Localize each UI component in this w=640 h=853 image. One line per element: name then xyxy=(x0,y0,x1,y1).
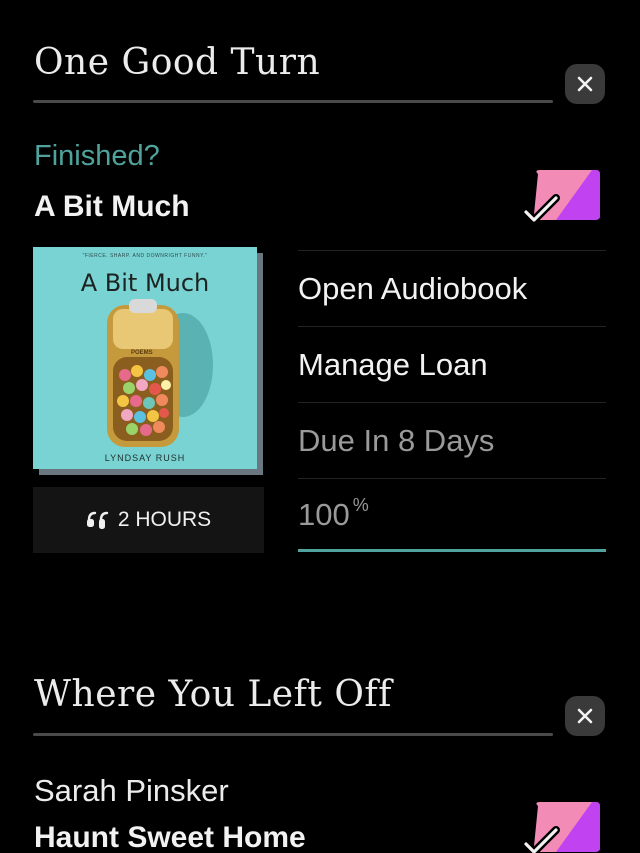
progress-percent: 100% xyxy=(298,478,606,554)
sardine-tin-illustration xyxy=(107,299,213,447)
section-title-one-good-turn: One Good Turn xyxy=(34,42,321,83)
book-title: A Bit Much xyxy=(34,190,190,223)
section-title-where-you-left-off: Where You Left Off xyxy=(34,674,392,715)
close-button[interactable] xyxy=(565,64,605,104)
percent-symbol: % xyxy=(352,495,369,515)
due-date-label: Due In 8 Days xyxy=(298,402,606,478)
finished-prompt: Finished? xyxy=(34,140,160,172)
manage-loan-button[interactable]: Manage Loan xyxy=(298,326,606,402)
progress-bar xyxy=(298,549,606,552)
close-button[interactable] xyxy=(565,696,605,736)
close-icon xyxy=(577,76,593,92)
mark-finished-toggle[interactable] xyxy=(522,168,602,228)
finished-check-icon xyxy=(522,170,600,224)
close-icon xyxy=(577,708,593,724)
open-audiobook-button[interactable]: Open Audiobook xyxy=(298,250,606,326)
headphones-icon xyxy=(86,511,109,529)
cover-subtitle: POEMS xyxy=(131,350,153,356)
section-divider xyxy=(33,733,553,736)
book-author: Sarah Pinsker xyxy=(34,773,229,808)
progress-bar-fill xyxy=(298,549,606,552)
duration-badge: 2 HOURS xyxy=(33,487,264,553)
mark-finished-toggle[interactable] xyxy=(522,800,602,853)
progress-percent-value: 100 xyxy=(298,497,350,532)
section-divider xyxy=(33,100,553,103)
cover-author: LYNDSAY RUSH xyxy=(104,453,186,463)
book-cover[interactable]: "FIERCE. SHARP. AND DOWNRIGHT FUNNY." A … xyxy=(33,247,257,469)
book-title: Haunt Sweet Home xyxy=(34,821,306,853)
duration-label: 2 HOURS xyxy=(117,508,212,531)
finished-check-icon xyxy=(522,802,600,853)
